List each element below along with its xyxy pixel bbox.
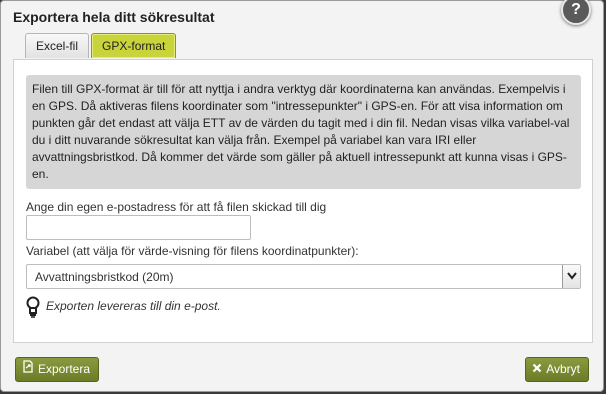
close-icon [532,357,542,382]
email-field[interactable] [26,215,251,240]
export-icon [22,357,34,382]
dialog-title: Exportera hela ditt sökresultat [13,9,215,25]
export-button[interactable]: Exportera [15,357,100,382]
export-button-label: Exportera [38,362,91,376]
info-box: Filen till GPX-format är till för att ny… [26,75,581,189]
delivery-note: Exporten levereras till din e-post. [26,296,221,323]
cancel-button[interactable]: Avbryt [525,357,589,382]
lightbulb-icon [26,296,40,323]
variable-label: Variabel (att välja för värde-visning fö… [26,244,359,258]
tab-excel[interactable]: Excel-fil [25,33,90,58]
variable-selected-value: Avvattningsbristkod (20m) [35,270,174,284]
tab-gpx[interactable]: GPX-format [91,33,177,58]
tab-panel-gpx: Filen till GPX-format är till för att ny… [13,59,593,343]
email-label: Ange din egen e-postadress för att få fi… [26,200,327,214]
export-dialog: Exportera hela ditt sökresultat ? Excel-… [0,0,604,392]
variable-select[interactable]: Avvattningsbristkod (20m) [26,264,581,289]
chevron-down-icon[interactable] [562,265,580,288]
delivery-note-text: Exporten levereras till din e-post. [46,298,221,313]
cancel-button-label: Avbryt [546,362,580,376]
tab-bar: Excel-fil GPX-format [25,33,177,58]
help-icon[interactable]: ? [561,0,591,25]
